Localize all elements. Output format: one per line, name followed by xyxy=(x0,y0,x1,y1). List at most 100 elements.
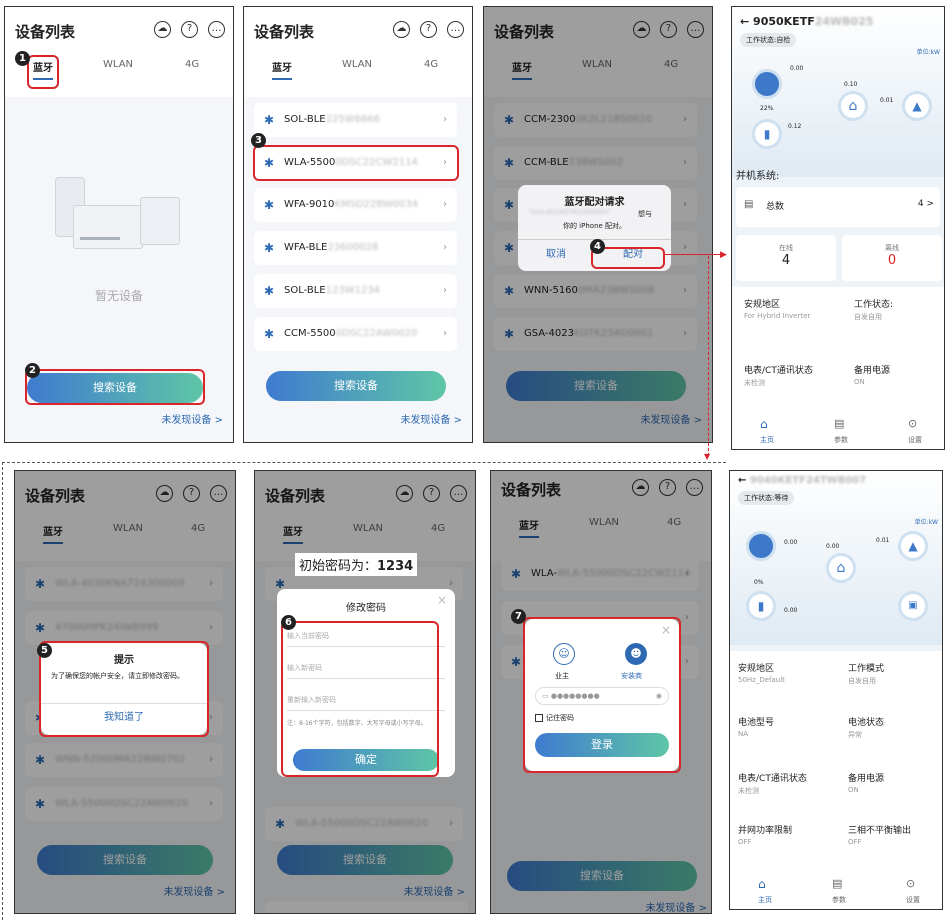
grid-icon xyxy=(746,531,776,561)
nav-params[interactable]: 参数 xyxy=(834,435,848,445)
cancel-button[interactable]: 取消 xyxy=(518,243,594,267)
grid-value: 0.00 xyxy=(784,539,798,546)
not-found-link[interactable]: 未发现设备 > xyxy=(161,411,223,426)
home-value: 0.00 xyxy=(826,543,840,550)
info-item: 三相不平衡输出 OFF xyxy=(848,826,912,846)
params-nav-icon[interactable]: ▤ xyxy=(832,877,842,890)
device-name: SOL-BLE xyxy=(284,114,326,125)
bluetooth-icon: ✱ xyxy=(264,284,275,298)
step-2-marker: 2 xyxy=(25,363,40,378)
bottom-nav: ⌂ 主页 ▤ 参数 ⊙ 设置 xyxy=(732,413,944,449)
home-icon: ⌂ xyxy=(838,91,868,121)
total-label: 总数 xyxy=(766,202,785,212)
device-serial: 0DSC22AW0020 xyxy=(335,328,418,339)
close-icon[interactable]: × xyxy=(437,593,447,607)
online-label: 在线 xyxy=(779,244,793,252)
arrow-connector xyxy=(664,254,724,255)
settings-nav-icon[interactable]: ⊙ xyxy=(906,877,915,890)
info-item: 安规地区 50Hz_Default xyxy=(738,664,785,684)
nav-settings[interactable]: 设置 xyxy=(906,895,920,905)
more-icon[interactable]: … xyxy=(208,21,225,38)
help-icon[interactable]: ? xyxy=(420,21,437,38)
panel-1-empty-list: 设备列表 ☁ ? … 蓝牙 WLAN 4G 1 暂无设备 搜索设备 2 未发现设… xyxy=(4,6,234,443)
battery-soc: 0% xyxy=(754,579,764,586)
tab-wlan[interactable]: WLAN xyxy=(103,59,133,70)
back-arrow-icon[interactable]: ← xyxy=(738,475,750,486)
nav-params[interactable]: 参数 xyxy=(832,895,846,905)
initial-password-banner: 初始密码为：1234 xyxy=(295,553,418,576)
device-row[interactable]: ✱ SOL-BLE123W1234 › xyxy=(254,274,457,308)
device-serial: 23600028 xyxy=(327,242,379,253)
step-5-marker: 5 xyxy=(37,643,52,658)
tab-bar: 蓝牙 WLAN 4G xyxy=(244,59,472,89)
battery-icon: ▮ xyxy=(746,591,776,621)
highlight-bluetooth-tab xyxy=(27,55,59,89)
device-row[interactable]: ✱ WFA-BLE23600028 › xyxy=(254,231,457,265)
pv-icon: ▲ xyxy=(902,91,932,121)
battery-icon: ▮ xyxy=(752,119,782,149)
device-row[interactable]: ✱ CCM-55000DSC22AW0020 › xyxy=(254,317,457,351)
back-arrow-icon[interactable]: ← xyxy=(740,15,753,28)
help-icon[interactable]: ? xyxy=(181,21,198,38)
params-nav-icon[interactable]: ▤ xyxy=(834,417,844,430)
nav-settings[interactable]: 设置 xyxy=(908,435,922,445)
offline-label: 离线 xyxy=(885,244,899,252)
search-device-button[interactable]: 搜索设备 xyxy=(266,371,446,401)
chevron-right-icon: › xyxy=(443,328,447,339)
not-found-link[interactable]: 未发现设备 > xyxy=(400,411,462,426)
device-row[interactable]: ✱ SOL-BLE225W6666 › xyxy=(254,103,457,137)
device-title: ← 9050KETF24WB025 xyxy=(740,15,874,28)
device-name: WFA-9010 xyxy=(284,199,335,210)
online-card[interactable]: 在线 4 xyxy=(736,235,836,281)
unit-label: 单位:kW xyxy=(914,519,938,526)
chevron-right-icon: › xyxy=(443,114,447,125)
cloud-icon[interactable]: ☁ xyxy=(154,21,171,38)
cloud-icon[interactable]: ☁ xyxy=(393,21,410,38)
chevron-right-icon: › xyxy=(443,242,447,253)
device-row[interactable]: ✱ WFA-9010KMSD22BW0034 › xyxy=(254,188,457,222)
page-title: 设备列表 xyxy=(254,23,315,41)
more-icon[interactable]: … xyxy=(447,21,464,38)
section-title: 并机系统: xyxy=(736,171,780,182)
home-nav-icon[interactable]: ⌂ xyxy=(758,877,766,891)
pv-value: 0.01 xyxy=(876,537,890,544)
device-serial: 225W6666 xyxy=(325,114,381,125)
tab-wlan[interactable]: WLAN xyxy=(342,59,372,70)
total-row[interactable]: ▤ 总数 4 > xyxy=(736,187,940,227)
highlight-login-dialog xyxy=(523,617,681,773)
highlight-prompt-dialog xyxy=(39,641,209,737)
work-status-item: 工作状态: 自发自用 xyxy=(854,300,894,321)
page-title: 设备列表 xyxy=(15,23,76,41)
highlight-password-form xyxy=(281,621,439,777)
home-value: 0.10 xyxy=(844,81,858,88)
nav-home[interactable]: 主页 xyxy=(758,895,772,905)
chevron-right-icon: › xyxy=(443,199,447,210)
grid-icon xyxy=(752,69,782,99)
battery-value: 0.00 xyxy=(784,607,798,614)
dialog-title: 修改密码 xyxy=(346,603,386,614)
home-nav-icon[interactable]: ⌂ xyxy=(760,417,768,431)
tab-bluetooth[interactable]: 蓝牙 xyxy=(272,59,292,80)
settings-nav-icon[interactable]: ⊙ xyxy=(908,417,917,430)
info-item: 工作模式 自发自用 xyxy=(848,664,885,685)
arrow-down-icon: ▼ xyxy=(704,452,711,461)
tab-4g[interactable]: 4G xyxy=(424,59,438,70)
nav-home[interactable]: 主页 xyxy=(760,435,774,445)
header-icons: ☁ ? … xyxy=(154,21,225,38)
bottom-nav: ⌂ 主页 ▤ 参数 ⊙ 设置 xyxy=(730,873,942,909)
tab-4g[interactable]: 4G xyxy=(185,59,199,70)
bluetooth-icon: ✱ xyxy=(264,198,275,212)
battery-soc: 22% xyxy=(760,105,774,112)
step-7-marker: 7 xyxy=(511,609,526,624)
dialog-text-1: 想与 xyxy=(638,210,652,218)
offline-card[interactable]: 离线 0 xyxy=(842,235,942,281)
device-serial: 123W1234 xyxy=(325,285,381,296)
info-item: 备用电源 ON xyxy=(848,774,885,794)
chevron-right-icon: › xyxy=(443,285,447,296)
dialog-title: 蓝牙配对请求 xyxy=(564,197,625,208)
backup-power: 备用电源 ON xyxy=(854,366,891,386)
info-item: 电池状态 异常 xyxy=(848,718,885,739)
device-name: CCM-5500 xyxy=(284,328,336,339)
panel-3-pair-dialog: 设备列表 ☁ ? … 蓝牙 WLAN 4G ✱ CCM-23000K2L21BS0… xyxy=(483,6,713,443)
total-value: 4 > xyxy=(917,199,934,209)
